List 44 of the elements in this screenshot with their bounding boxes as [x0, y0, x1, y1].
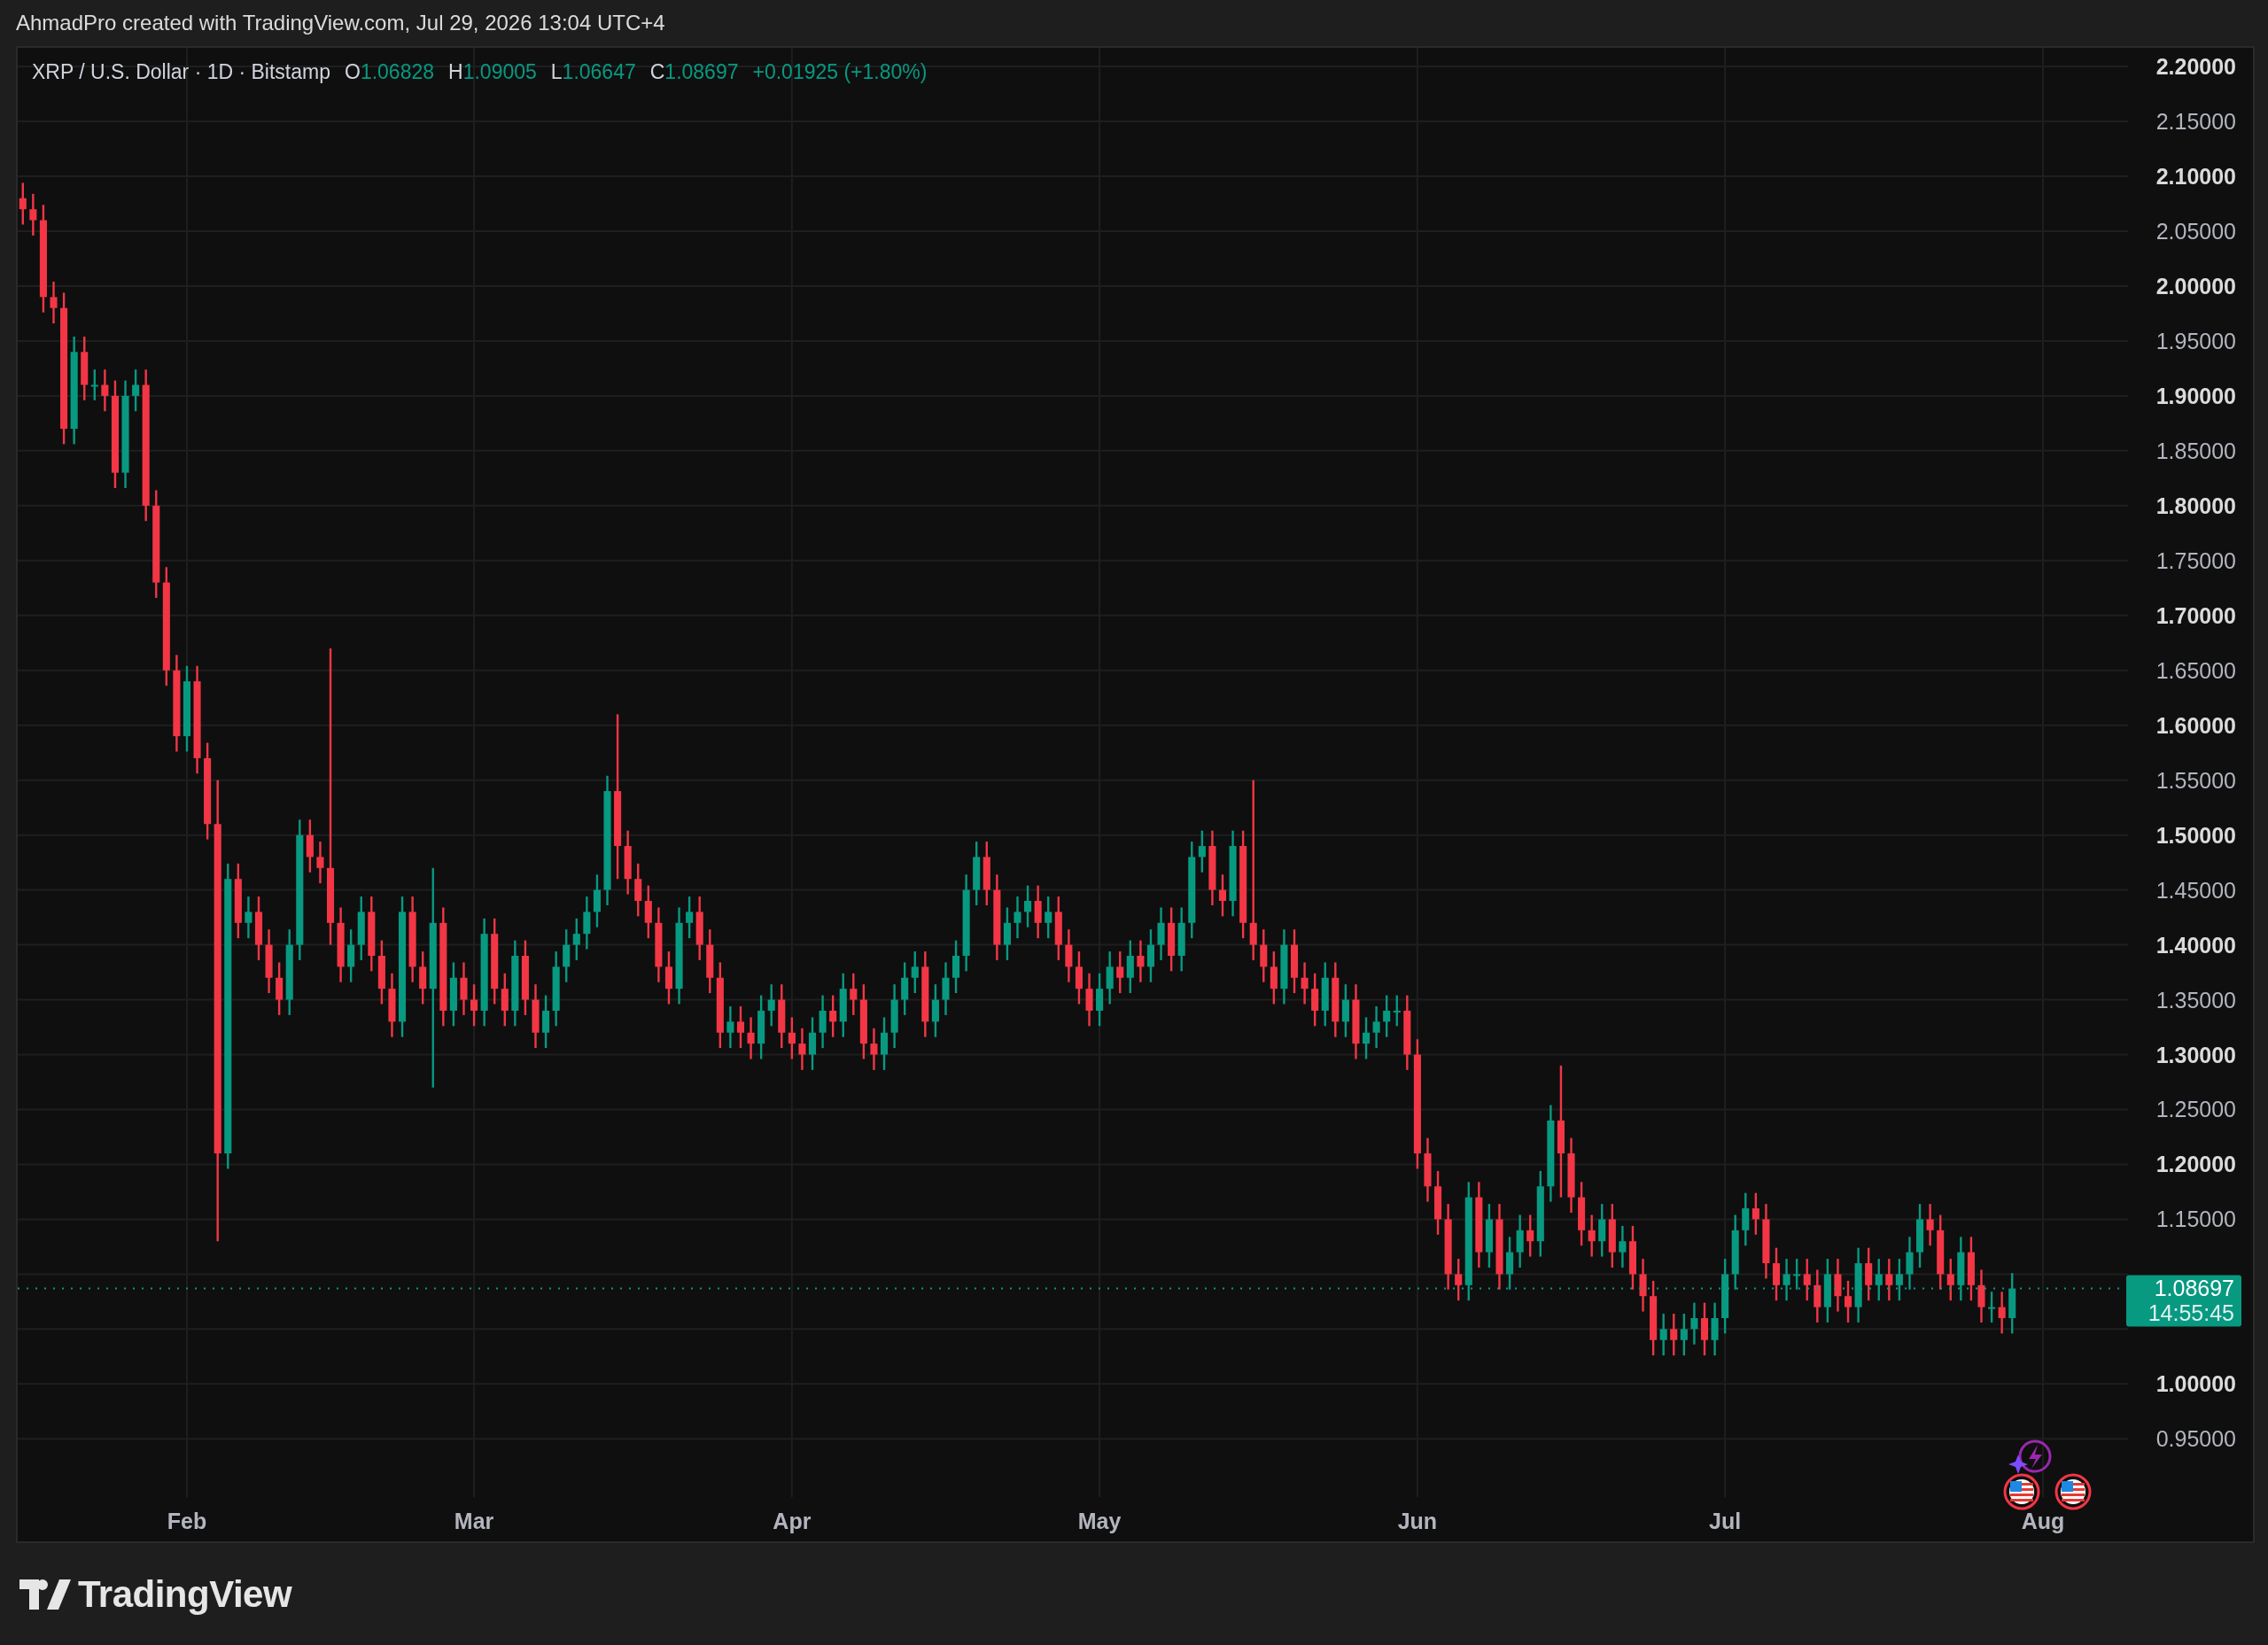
logo-wordmark: TradingView: [78, 1572, 292, 1617]
price-axis-label: 1.35000: [2155, 987, 2236, 1013]
price-axis-label: 1.90000: [2155, 383, 2236, 408]
flag-event-icon: [2054, 1473, 2092, 1510]
time-axis-label: Jul: [1709, 1509, 1742, 1533]
ohlc-value: L1.06647: [550, 59, 636, 85]
ohlc-value: C1.08697: [649, 59, 739, 85]
price-axis-label: 1.00000: [2155, 1371, 2236, 1397]
flag-event-icon: [2003, 1473, 2040, 1510]
price-axis-label: 1.55000: [2155, 767, 2236, 793]
price-axis-label: 1.25000: [2155, 1097, 2236, 1122]
price-axis-label: 1.70000: [2155, 602, 2236, 628]
price-axis-label: 1.30000: [2155, 1042, 2236, 1067]
price-axis-label: 1.95000: [2155, 328, 2236, 353]
price-axis-label: 1.40000: [2155, 932, 2236, 958]
time-axis-label: Jun: [1397, 1509, 1438, 1533]
price-axis-label: 2.15000: [2155, 109, 2236, 135]
time-axis-label: Mar: [454, 1509, 494, 1533]
price-axis-label: 1.85000: [2155, 438, 2236, 463]
price-axis-label: 2.20000: [2155, 54, 2236, 80]
price-axis-label: 1.20000: [2155, 1152, 2236, 1177]
price-axis-label: 1.50000: [2155, 822, 2236, 848]
time-axis-label: May: [1077, 1509, 1122, 1533]
ohlc-value: H1.09005: [448, 59, 537, 85]
time-axis-label: Apr: [773, 1509, 812, 1533]
price-axis-label: 1.45000: [2155, 877, 2236, 903]
time-axis-label: Aug: [2021, 1509, 2065, 1533]
price-tag: 1.08697 14:55:45: [2126, 1275, 2241, 1327]
price-axis-label: 1.75000: [2155, 547, 2236, 573]
price-axis-label: 2.10000: [2155, 164, 2236, 189]
price-axis-label: 1.15000: [2155, 1207, 2236, 1232]
time-axis-label: Feb: [167, 1509, 207, 1533]
ohlc-value: O1.06828: [345, 59, 435, 85]
price-axis-label: 0.95000: [2155, 1426, 2236, 1452]
price-axis-label: 2.00000: [2155, 273, 2236, 299]
price-axis-label: 1.60000: [2155, 712, 2236, 738]
chart-attribution: AhmadPro created with TradingView.com, Jul 29, 2026 13:04 UTC+4: [16, 10, 665, 36]
lightning-event-icon: [2008, 1439, 2052, 1474]
logo-icon: [19, 1579, 71, 1610]
price-axis-label: 1.65000: [2155, 657, 2236, 683]
price-change: +0.01925 (+1.80%): [752, 59, 928, 85]
symbol-title: XRP / U.S. Dollar · 1D · Bitstamp: [32, 59, 330, 85]
price-axis-label: 1.80000: [2155, 493, 2236, 518]
price-axis-label: 2.05000: [2155, 219, 2236, 244]
